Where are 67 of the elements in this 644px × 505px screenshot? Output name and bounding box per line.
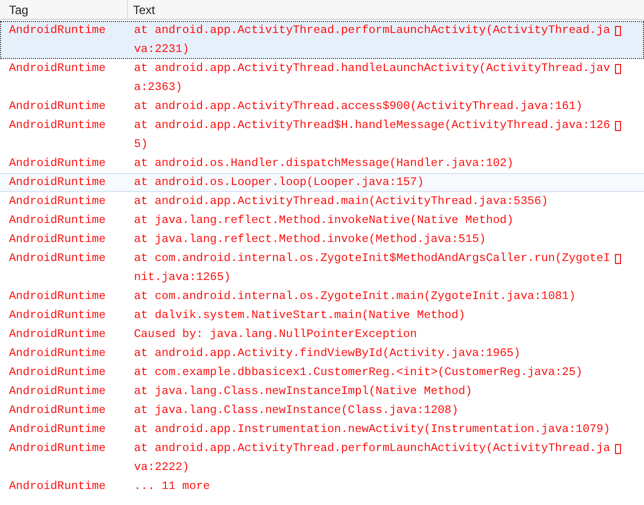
log-row[interactable]: AndroidRuntime at java.lang.reflect.Method.invokeNative(Native Method) — [0, 211, 644, 230]
log-text-line: at java.lang.Class.newInstanceImpl(Native Method) — [134, 384, 472, 400]
log-row[interactable]: AndroidRuntime at dalvik.system.NativeStart.main(Native Method) — [0, 306, 644, 325]
log-tag: AndroidRuntime — [9, 24, 106, 37]
log-tag: AndroidRuntime — [9, 214, 106, 227]
log-tag: AndroidRuntime — [9, 328, 106, 341]
log-text-line: at android.app.ActivityThread.handleLaunchActivity(ActivityThread.jav — [134, 61, 610, 77]
log-row[interactable]: AndroidRuntime at java.lang.Class.newInstanceImpl(Native Method) — [0, 382, 644, 401]
log-text-line: at android.app.ActivityThread.access$900(ActivityThread.java:161) — [134, 99, 583, 115]
log-text-line: va:2231) — [134, 42, 190, 58]
log-tag: AndroidRuntime — [9, 252, 106, 265]
log-row[interactable]: AndroidRuntime at android.app.ActivityThread.performLaunchActivity(ActivityThread.ja va:2231) — [0, 21, 644, 59]
log-row[interactable]: AndroidRuntime at android.app.ActivityThread.handleLaunchActivity(ActivityThread.jav a:2363) — [0, 59, 644, 97]
log-tag: AndroidRuntime — [9, 404, 106, 417]
log-row[interactable]: AndroidRuntime ... 11 more — [0, 477, 644, 496]
log-tag: AndroidRuntime — [9, 366, 106, 379]
log-text-line: at android.app.ActivityThread.performLaunchActivity(ActivityThread.ja — [134, 441, 610, 457]
column-header[interactable]: Text — [128, 0, 644, 19]
column-header[interactable]: Tag — [0, 0, 128, 19]
log-row[interactable]: AndroidRuntime at android.app.ActivityThread.performLaunchActivity(ActivityThread.ja va:2222) — [0, 439, 644, 477]
log-text-line: at android.app.ActivityThread.performLaunchActivity(ActivityThread.ja — [134, 23, 610, 39]
log-text-line: va:2222) — [134, 460, 190, 476]
log-text-line: at android.app.Instrumentation.newActivity(Instrumentation.java:1079) — [134, 422, 610, 438]
log-tag: AndroidRuntime — [9, 290, 106, 303]
log-tag: AndroidRuntime — [9, 157, 106, 170]
log-tag: AndroidRuntime — [9, 309, 106, 322]
log-row[interactable]: AndroidRuntime at android.app.ActivityThread.main(ActivityThread.java:5356) — [0, 192, 644, 211]
log-text-line: at java.lang.reflect.Method.invoke(Method.java:515) — [134, 232, 486, 248]
log-tag: AndroidRuntime — [9, 480, 106, 493]
log-row[interactable]: AndroidRuntime at android.app.Instrumentation.newActivity(Instrumentation.java:1079) — [0, 420, 644, 439]
log-tag: AndroidRuntime — [9, 442, 106, 455]
log-row[interactable]: AndroidRuntime at com.example.dbbasicex1.CustomerReg.<init>(CustomerReg.java:25) — [0, 363, 644, 382]
log-text-line: 5) — [134, 137, 148, 153]
log-text-line: nit.java:1265) — [134, 270, 231, 286]
log-tag: AndroidRuntime — [9, 233, 106, 246]
log-tag: AndroidRuntime — [9, 119, 106, 132]
log-row[interactable]: AndroidRuntime at java.lang.Class.newInstance(Class.java:1208) — [0, 401, 644, 420]
log-text-line: Caused by: java.lang.NullPointerException — [134, 327, 417, 343]
log-row[interactable]: AndroidRuntime at com.android.internal.os.ZygoteInit$MethodAndArgsCaller.run(ZygoteI nit.java:1265) — [0, 249, 644, 287]
log-tag: AndroidRuntime — [9, 62, 106, 75]
log-text-line: at android.os.Looper.loop(Looper.java:157) — [134, 175, 424, 191]
log-text-line: a:2363) — [134, 80, 182, 96]
log-text-line: at com.android.internal.os.ZygoteInit$MethodAndArgsCaller.run(ZygoteI — [134, 251, 610, 267]
log-text-line: at com.android.internal.os.ZygoteInit.main(ZygoteInit.java:1081) — [134, 289, 576, 305]
log-text-line: at android.app.ActivityThread.main(ActivityThread.java:5356) — [134, 194, 548, 210]
log-row[interactable]: AndroidRuntime at com.android.internal.os.ZygoteInit.main(ZygoteInit.java:1081) — [0, 287, 644, 306]
log-tag: AndroidRuntime — [9, 100, 106, 113]
log-row[interactable]: AndroidRuntime at android.app.Activity.findViewById(Activity.java:1965) — [0, 344, 644, 363]
log-tag: AndroidRuntime — [9, 423, 106, 436]
log-row[interactable]: AndroidRuntime at android.os.Handler.dispatchMessage(Handler.java:102) — [0, 154, 644, 173]
log-text-line: at java.lang.Class.newInstance(Class.java:1208) — [134, 403, 458, 419]
log-row[interactable]: AndroidRuntime Caused by: java.lang.NullPointerException — [0, 325, 644, 344]
log-row[interactable]: AndroidRuntime at java.lang.reflect.Method.invoke(Method.java:515) — [0, 230, 644, 249]
log-text-line: at android.os.Handler.dispatchMessage(Handler.java:102) — [134, 156, 514, 172]
log-tag: AndroidRuntime — [9, 347, 106, 360]
log-text-line: at android.app.ActivityThread$H.handleMessage(ActivityThread.java:126 — [134, 118, 610, 134]
log-text-line: at android.app.Activity.findViewById(Activity.java:1965) — [134, 346, 520, 362]
log-tag: AndroidRuntime — [9, 195, 106, 208]
log-tag: AndroidRuntime — [9, 385, 106, 398]
log-text-line: at com.example.dbbasicex1.CustomerReg.<init>(CustomerReg.java:25) — [134, 365, 583, 381]
log-text-line: at java.lang.reflect.Method.invokeNative(Native Method) — [134, 213, 514, 229]
log-row[interactable]: AndroidRuntime at android.app.ActivityThread.access$900(ActivityThread.java:161) — [0, 97, 644, 116]
log-row[interactable]: AndroidRuntime at android.app.ActivityThread$H.handleMessage(ActivityThread.java:126 5) — [0, 116, 644, 154]
log-row[interactable]: AndroidRuntime at android.os.Looper.loop(Looper.java:157) — [0, 173, 644, 192]
log-text-line: at dalvik.system.NativeStart.main(Native Method) — [134, 308, 466, 324]
log-tag: AndroidRuntime — [9, 176, 106, 189]
log-text-line: ... 11 more — [134, 479, 210, 495]
